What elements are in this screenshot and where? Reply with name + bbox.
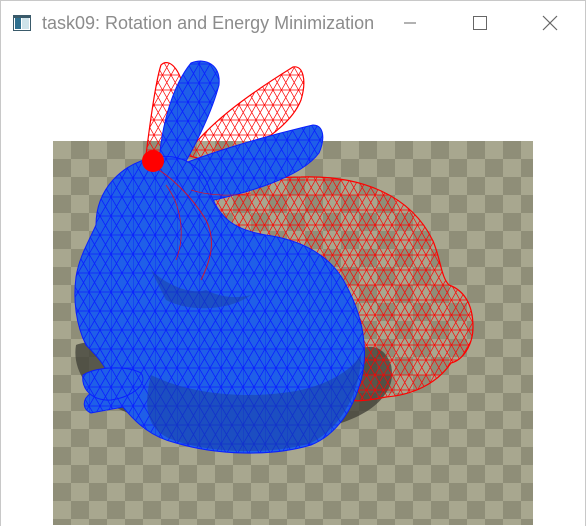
- opengl-client-area[interactable]: [1, 45, 585, 526]
- maximize-icon: [473, 16, 487, 30]
- minimize-icon: [404, 22, 416, 24]
- title-bar[interactable]: task09: Rotation and Energy Minimization: [1, 1, 585, 45]
- window-title: task09: Rotation and Energy Minimization: [42, 13, 375, 33]
- minimize-button[interactable]: [387, 1, 433, 45]
- handle-point[interactable]: [142, 150, 164, 172]
- close-button[interactable]: [527, 1, 573, 45]
- app-window: task09: Rotation and Energy Minimization: [0, 0, 586, 526]
- app-window-icon: [13, 15, 31, 31]
- maximize-button[interactable]: [457, 1, 503, 45]
- close-icon: [542, 15, 558, 31]
- opengl-viewport[interactable]: [1, 45, 585, 526]
